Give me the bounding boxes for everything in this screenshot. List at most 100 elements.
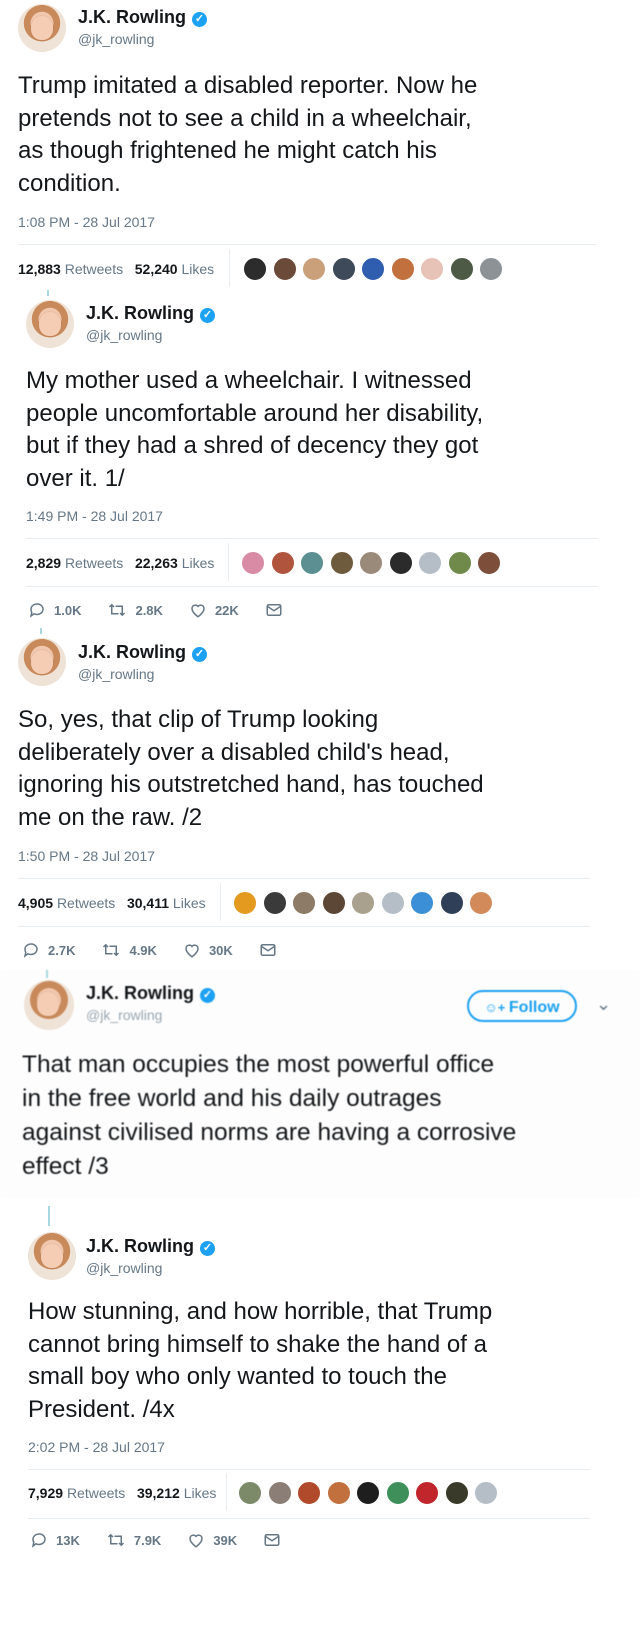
author-avatar[interactable] [26, 300, 74, 348]
likes-label[interactable]: Likes [184, 1485, 217, 1501]
tweet-3: J.K. Rowling ✓ @jk_rowling So, yes, that … [0, 628, 640, 970]
liker-avatar[interactable] [302, 257, 326, 281]
liker-avatar[interactable] [380, 891, 405, 915]
liker-avatar[interactable] [262, 891, 287, 915]
liker-avatar[interactable] [415, 1481, 439, 1505]
direct-message-button[interactable] [259, 941, 285, 959]
liker-avatar[interactable] [241, 551, 265, 575]
direct-message-button[interactable] [265, 601, 291, 619]
author-name[interactable]: J.K. Rowling ✓ [86, 1236, 215, 1257]
reply-icon [23, 943, 38, 958]
author-name[interactable]: J.K. Rowling ✓ [78, 642, 207, 663]
liker-avatar[interactable] [233, 891, 257, 915]
author-handle[interactable]: @jk_rowling [86, 327, 162, 343]
reply-button[interactable]: 2.7K [22, 941, 75, 959]
author-avatar[interactable] [18, 4, 66, 52]
like-action-count: 30K [208, 942, 233, 958]
liker-avatar[interactable] [420, 257, 444, 281]
author-avatar[interactable] [18, 638, 66, 686]
tweet-timestamp[interactable]: 1:08 PM - 28 Jul 2017 [18, 214, 155, 230]
liker-avatar[interactable] [329, 551, 354, 575]
liker-avatar[interactable] [272, 257, 297, 281]
liker-avatar[interactable] [300, 551, 324, 575]
reply-button[interactable]: 13K [30, 1531, 80, 1549]
liker-avatar[interactable] [331, 257, 356, 281]
liker-avatar[interactable] [474, 1481, 498, 1505]
author-name[interactable]: J.K. Rowling ✓ [78, 7, 207, 28]
retweets-label[interactable]: Retweets [65, 261, 123, 277]
retweet-button[interactable]: 7.9K [106, 1531, 161, 1549]
liker-avatar[interactable] [447, 551, 472, 575]
author-handle[interactable]: @jk_rowling [86, 1007, 162, 1023]
retweet-count[interactable]: 12,883 [18, 261, 61, 277]
author-name-text[interactable]: J.K. Rowling [78, 642, 186, 662]
liker-avatar[interactable] [292, 891, 316, 915]
like-button[interactable]: 30K [183, 941, 233, 959]
chevron-down-icon[interactable]: ⌄ [596, 994, 611, 1015]
liker-avatar[interactable] [444, 1481, 469, 1505]
likes-label[interactable]: Likes [182, 555, 215, 571]
like-count[interactable]: 39,212 [137, 1485, 180, 1501]
liker-avatar[interactable] [238, 1481, 262, 1505]
like-count[interactable]: 22,263 [135, 555, 178, 571]
retweets-label[interactable]: Retweets [65, 555, 123, 571]
like-button[interactable]: 22K [189, 601, 239, 619]
liker-avatar[interactable] [297, 1481, 321, 1505]
liker-avatar[interactable] [410, 891, 434, 915]
like-count[interactable]: 52,240 [135, 261, 178, 277]
liker-avatar[interactable] [449, 257, 474, 281]
author-name-text[interactable]: J.K. Rowling [86, 983, 194, 1003]
liker-avatar[interactable] [361, 257, 385, 281]
follow-button[interactable]: ☺+ Follow [467, 990, 577, 1022]
author-avatar[interactable] [24, 980, 74, 1030]
liker-avatar[interactable] [418, 551, 442, 575]
tweet-actions: 1.0K 2.8K 22K [28, 601, 317, 619]
retweet-button[interactable]: 4.9K [101, 941, 157, 959]
likes-label[interactable]: Likes [181, 261, 214, 277]
liker-avatar[interactable] [477, 551, 501, 575]
like-count[interactable]: 30,411 [127, 895, 169, 911]
author-name-text[interactable]: J.K. Rowling [78, 7, 186, 27]
liker-avatar[interactable] [388, 551, 413, 575]
author-name[interactable]: J.K. Rowling ✓ [86, 303, 215, 324]
liker-avatar[interactable] [469, 891, 493, 915]
author-avatar[interactable] [28, 1232, 76, 1280]
retweet-icon [109, 603, 126, 617]
engagement-stats: 7,929 Retweets 39,212 Likes [28, 1485, 216, 1501]
divider [28, 1469, 590, 1470]
liker-avatar[interactable] [326, 1481, 351, 1505]
author-handle[interactable]: @jk_rowling [86, 1260, 162, 1276]
author-handle[interactable]: @jk_rowling [78, 31, 154, 47]
liker-avatar[interactable] [359, 551, 383, 575]
liker-avatar[interactable] [390, 257, 415, 281]
reply-button[interactable]: 1.0K [28, 601, 81, 619]
retweet-count[interactable]: 4,905 [18, 895, 53, 911]
tweet-timestamp[interactable]: 1:50 PM - 28 Jul 2017 [18, 848, 155, 864]
retweet-button[interactable]: 2.8K [107, 601, 163, 619]
tweet-timestamp[interactable]: 1:49 PM - 28 Jul 2017 [26, 508, 163, 524]
liker-avatar[interactable] [243, 257, 267, 281]
reply-icon [29, 603, 44, 618]
retweets-label[interactable]: Retweets [67, 1485, 125, 1501]
like-button[interactable]: 39K [187, 1531, 237, 1549]
author-handle[interactable]: @jk_rowling [78, 666, 154, 682]
liker-avatar[interactable] [439, 891, 464, 915]
liker-avatar[interactable] [385, 1481, 410, 1505]
tweet-actions: 13K 7.9K 39K [30, 1531, 315, 1549]
liker-avatar[interactable] [321, 891, 346, 915]
divider [226, 1473, 227, 1511]
retweets-label[interactable]: Retweets [57, 895, 115, 911]
liker-avatar[interactable] [479, 257, 503, 281]
likes-label[interactable]: Likes [173, 895, 206, 911]
author-name-text[interactable]: J.K. Rowling [86, 1236, 194, 1256]
retweet-count[interactable]: 7,929 [28, 1485, 63, 1501]
retweet-count[interactable]: 2,829 [26, 555, 61, 571]
liker-avatar[interactable] [267, 1481, 292, 1505]
tweet-timestamp[interactable]: 2:02 PM - 28 Jul 2017 [28, 1439, 165, 1455]
author-name[interactable]: J.K. Rowling ✓ [86, 983, 215, 1004]
direct-message-button[interactable] [263, 1531, 289, 1549]
liker-avatar[interactable] [351, 891, 375, 915]
author-name-text[interactable]: J.K. Rowling [86, 303, 194, 323]
liker-avatar[interactable] [356, 1481, 380, 1505]
liker-avatar[interactable] [270, 551, 295, 575]
